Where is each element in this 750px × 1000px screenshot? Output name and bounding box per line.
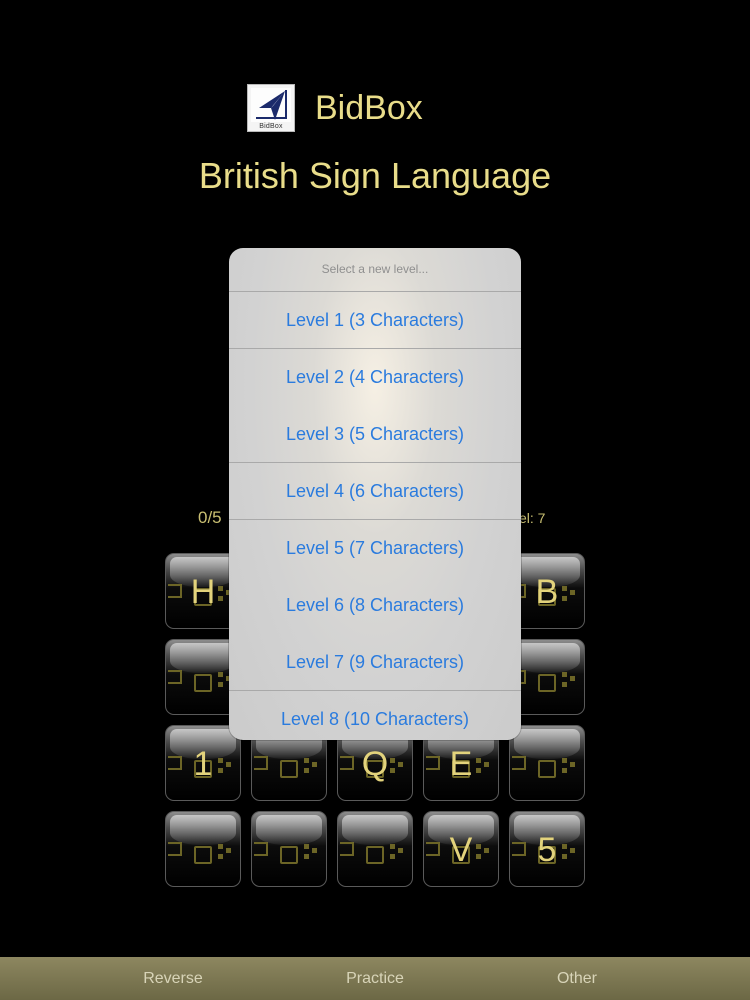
bottom-tab-bar: Reverse Practice Other: [0, 957, 750, 1000]
key-label: B: [535, 573, 559, 611]
level-picker-title: Select a new level...: [229, 248, 521, 292]
level-option-1[interactable]: Level 1 (3 Characters): [229, 292, 521, 349]
app-subtitle: British Sign Language: [198, 155, 552, 196]
score-counter: 0/5: [198, 508, 222, 527]
level-option-2[interactable]: Level 2 (4 Characters): [229, 349, 521, 406]
key-label: E: [449, 745, 473, 783]
sign-key[interactable]: 1: [165, 725, 241, 801]
app-screen: BidBox BidBox British Sign Language 0/5 …: [0, 0, 750, 1000]
level-picker-sheet: Select a new level... Level 1 (3 Charact…: [229, 248, 521, 740]
sign-key[interactable]: V: [423, 811, 499, 887]
sign-glyph-icon: [510, 752, 584, 782]
tab-reverse[interactable]: Reverse: [93, 957, 253, 1000]
tab-practice[interactable]: Practice: [295, 957, 455, 1000]
level-option-8[interactable]: Level 8 (10 Characters): [229, 691, 521, 740]
level-option-3[interactable]: Level 3 (5 Characters): [229, 406, 521, 463]
sign-glyph-icon: [252, 752, 326, 782]
key-label: Q: [361, 745, 389, 783]
level-option-6[interactable]: Level 6 (8 Characters): [229, 577, 521, 634]
key-label: 5: [537, 831, 557, 869]
key-label: V: [449, 831, 473, 869]
sign-key[interactable]: [251, 811, 327, 887]
app-title: BidBox: [315, 89, 423, 127]
level-option-5[interactable]: Level 5 (7 Characters): [229, 520, 521, 577]
sign-glyph-icon: [166, 838, 240, 868]
key-label: 1: [193, 745, 213, 783]
logo-caption: BidBox: [259, 123, 283, 130]
sign-glyph-icon: [510, 666, 584, 696]
key-label: H: [190, 573, 216, 611]
sign-glyph-icon: [338, 838, 412, 868]
logo-arrow-icon: [251, 88, 291, 122]
sign-glyph-icon: [252, 838, 326, 868]
sign-key[interactable]: [165, 811, 241, 887]
sign-key[interactable]: [337, 811, 413, 887]
bidbox-logo: BidBox: [247, 84, 295, 132]
sign-key[interactable]: 5: [509, 811, 585, 887]
tab-other[interactable]: Other: [497, 957, 657, 1000]
sign-key[interactable]: [509, 725, 585, 801]
level-option-7[interactable]: Level 7 (9 Characters): [229, 634, 521, 691]
level-option-4[interactable]: Level 4 (6 Characters): [229, 463, 521, 520]
